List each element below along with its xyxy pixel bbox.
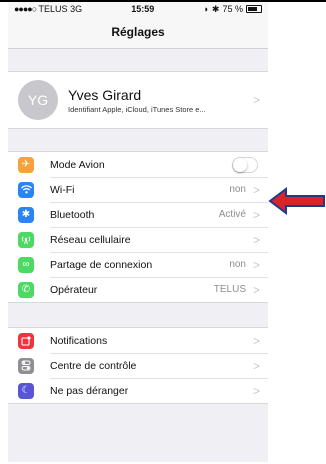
chevron-right-icon: > (252, 282, 260, 297)
chevron-right-icon: > (252, 232, 260, 247)
wifi-icon (18, 181, 34, 198)
profile-info: Yves Girard Identifiant Apple, iCloud, i… (68, 87, 206, 114)
chevron-right-icon: > (252, 182, 260, 197)
profile-name: Yves Girard (68, 86, 142, 103)
page-title: Réglages (111, 25, 165, 39)
location-icon: ◗ (203, 4, 209, 14)
moon-icon: ☾ (18, 382, 34, 399)
notifications-icon (18, 332, 34, 349)
notifications-group: Notifications > Centre de contrôle > ☾ N… (8, 327, 268, 404)
row-value: TELUS (213, 284, 246, 295)
row-label: Ne pas déranger (50, 384, 129, 397)
carrier-label: TELUS (38, 4, 68, 14)
settings-row-hotspot[interactable]: ∞ Partage de connexion non > (8, 252, 268, 277)
row-label: Réseau cellulaire (50, 233, 131, 246)
row-label: Partage de connexion (50, 258, 153, 271)
settings-row-wifi[interactable]: Wi-Fi non > (8, 177, 268, 202)
battery-percent: 75 % (222, 4, 243, 14)
bluetooth-icon: ✱ (18, 206, 34, 223)
chevron-right-icon: > (252, 333, 260, 348)
status-bar: ●●●●○ TELUS 3G 15:59 ◗ ✱ 75 % (8, 2, 268, 16)
row-label: Mode Avion (50, 158, 105, 171)
row-label: Bluetooth (50, 208, 95, 221)
airplane-mode-toggle[interactable] (232, 156, 258, 173)
settings-row-notifications[interactable]: Notifications > (8, 328, 268, 353)
row-value: non (229, 259, 246, 270)
bluetooth-status-icon: ✱ (211, 3, 220, 14)
row-label: Wi-Fi (50, 183, 75, 196)
settings-screen: ●●●●○ TELUS 3G 15:59 ◗ ✱ 75 % Réglages Y… (8, 2, 268, 462)
row-label: Centre de contrôle (50, 359, 137, 372)
network-label: 3G (70, 4, 83, 14)
row-label: Notifications (50, 334, 108, 347)
settings-row-bluetooth[interactable]: ✱ Bluetooth Activé > (8, 202, 268, 227)
row-label: Opérateur (50, 283, 98, 296)
chevron-right-icon: > (252, 383, 260, 398)
profile-group: YG Yves Girard Identifiant Apple, iCloud… (8, 71, 268, 129)
chevron-right-icon: > (252, 207, 260, 222)
signal-carrier: ●●●●○ TELUS 3G (14, 4, 82, 14)
status-right: ◗ ✱ 75 % (203, 4, 262, 15)
toggle-knob (233, 157, 247, 172)
nav-bar: Réglages (8, 16, 268, 49)
hotspot-icon: ∞ (18, 256, 34, 273)
settings-row-do-not-disturb[interactable]: ☾ Ne pas déranger > (8, 378, 268, 403)
profile-row[interactable]: YG Yves Girard Identifiant Apple, iCloud… (8, 72, 268, 128)
avatar: YG (18, 80, 58, 120)
clock: 15:59 (131, 4, 155, 14)
annotation-arrow-icon (268, 187, 325, 215)
connectivity-group: ✈ Mode Avion Wi-Fi non > ✱ Bluetooth Act… (8, 151, 268, 303)
control-center-icon (18, 357, 34, 374)
airplane-icon: ✈ (18, 156, 34, 173)
battery-icon (245, 5, 262, 13)
row-value: non (229, 184, 246, 195)
settings-row-airplane-mode: ✈ Mode Avion (8, 152, 268, 177)
signal-dots-icon: ●●●●○ (14, 4, 37, 14)
profile-subtitle: Identifiant Apple, iCloud, iTunes Store … (68, 104, 206, 114)
settings-row-control-center[interactable]: Centre de contrôle > (8, 353, 268, 378)
chevron-right-icon: > (252, 257, 260, 272)
chevron-right-icon: > (252, 358, 260, 373)
settings-row-cellular[interactable]: Réseau cellulaire > (8, 227, 268, 252)
phone-icon: ✆ (18, 281, 34, 298)
cellular-icon (18, 231, 34, 248)
settings-row-carrier[interactable]: ✆ Opérateur TELUS > (8, 277, 268, 302)
chevron-right-icon: > (252, 93, 260, 107)
avatar-initials: YG (27, 92, 49, 108)
row-value: Activé (218, 209, 246, 220)
